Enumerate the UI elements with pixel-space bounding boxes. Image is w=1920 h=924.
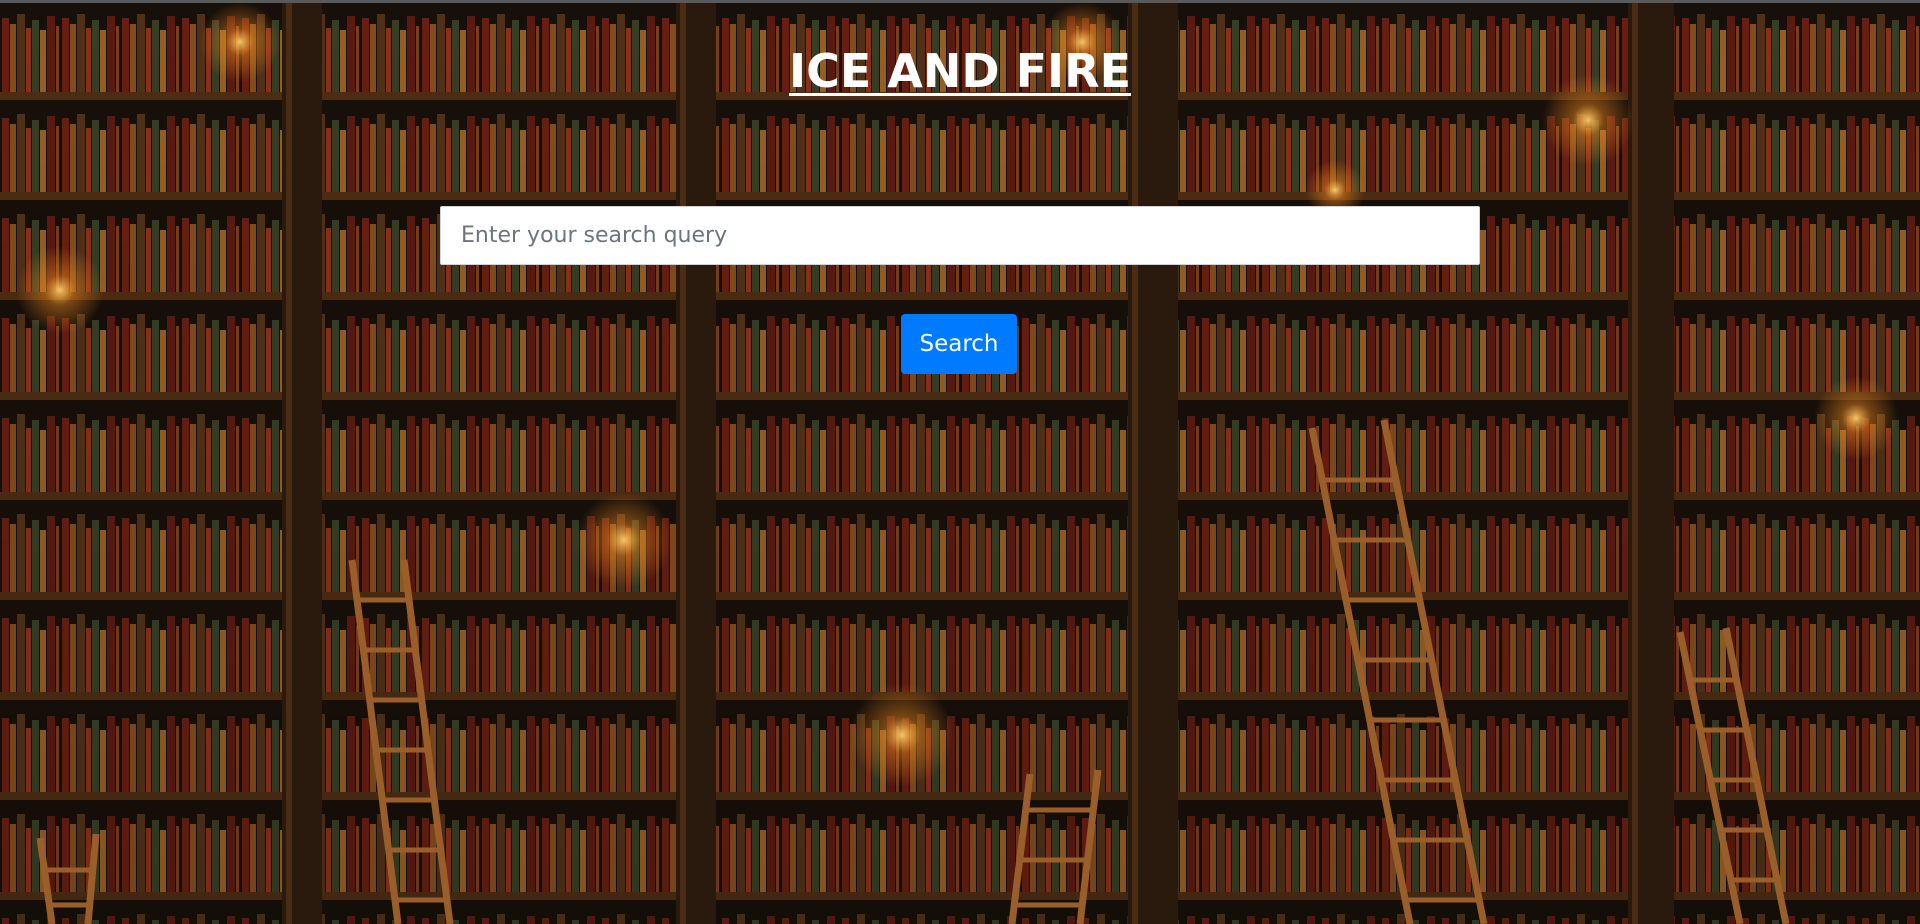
search-input[interactable] (440, 206, 1480, 265)
page: ICE AND FIRE Search (0, 0, 1920, 924)
page-title: ICE AND FIRE (0, 44, 1920, 98)
main-content: ICE AND FIRE Search (0, 0, 1920, 924)
search-button[interactable]: Search (901, 314, 1017, 374)
page-title-text: ICE AND FIRE (789, 44, 1131, 98)
